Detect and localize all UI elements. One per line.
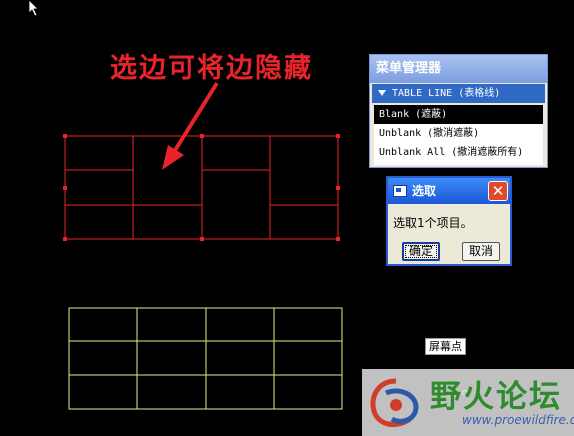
menu-header-label: TABLE LINE (表格线) [392,88,501,99]
menu-item-unblank-all[interactable]: Unblank All (撤消遮蔽所有) [374,143,543,162]
close-button[interactable]: ✕ [488,181,508,201]
select-dialog: 选取 ✕ 选取1个项目。 确定 取消 [386,176,512,266]
menu-item-blank[interactable]: Blank (遮蔽) [374,105,543,124]
yellow-table[interactable] [68,307,343,410]
menu-item-list: Blank (遮蔽) Unblank (撤消遮蔽) Unblank All (撤… [374,105,543,165]
dialog-message: 选取1个项目。 [393,216,473,230]
annotation-arrow-icon [162,81,219,170]
window-icon [393,185,407,197]
menu-manager-title: 菜单管理器 [370,55,547,83]
dialog-title: 选取 [412,184,437,198]
ok-button[interactable]: 确定 [402,242,440,261]
screen-point-tooltip: 屏幕点 [425,338,466,355]
forum-name: 野火论坛 [430,379,562,415]
red-table[interactable] [64,135,339,240]
forum-watermark: 野火论坛 www.proewildfire.cn [362,369,574,436]
collapse-triangle-icon [378,90,386,96]
annotation-text: 选边可将边隐藏 [110,53,313,84]
forum-logo-icon [370,378,419,428]
dialog-title-bar[interactable]: 选取 ✕ [388,178,510,204]
menu-manager-panel: 菜单管理器 TABLE LINE (表格线) Blank (遮蔽) Unblan… [369,54,548,168]
cancel-button[interactable]: 取消 [462,242,500,261]
menu-item-unblank[interactable]: Unblank (撤消遮蔽) [374,124,543,143]
forum-url: www.proewildfire.cn [462,413,574,427]
menu-header-table-line[interactable]: TABLE LINE (表格线) [372,84,545,103]
